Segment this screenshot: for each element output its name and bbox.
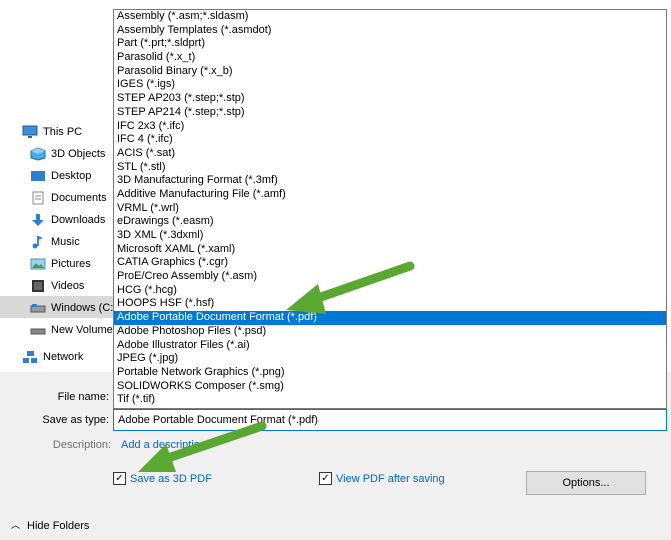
nav-item-music[interactable]: Music [30,230,80,252]
nav-item-label: Documents [51,192,107,204]
download-icon [30,212,46,226]
file-type-option[interactable]: Microsoft XAML (*.xaml) [114,243,666,257]
nav-item-label: Network [43,351,84,363]
nav-item-desktop[interactable]: Desktop [30,164,91,186]
file-type-option[interactable]: 3D Manufacturing Format (*.3mf) [114,174,666,188]
file-type-option[interactable]: Tif (*.tif) [114,393,666,407]
file-type-option[interactable]: VRML (*.wrl) [114,202,666,216]
file-type-option[interactable]: IFC 2x3 (*.ifc) [114,120,666,134]
file-type-option[interactable]: SOLIDWORKS Composer (*.smg) [114,380,666,394]
file-type-option[interactable]: Assembly (*.asm;*.sldasm) [114,10,666,24]
hide-folders-label: Hide Folders [27,520,90,532]
monitor-icon [22,124,38,138]
file-type-option[interactable]: STEP AP203 (*.step;*.stp) [114,92,666,106]
file-type-option[interactable]: STEP AP214 (*.step;*.stp) [114,106,666,120]
save-as-3d-pdf-checkbox[interactable]: ✓ Save as 3D PDF [113,471,212,486]
file-type-option[interactable]: Adobe Illustrator Files (*.ai) [114,339,666,353]
nav-item-new-volume[interactable]: New Volume [30,318,113,340]
view-pdf-after-saving-label: View PDF after saving [336,473,445,485]
navigation-pane: This PC 3D Objects Desktop Documents Dow… [0,118,113,372]
description-label: Description: [52,439,111,451]
music-icon [30,234,46,249]
nav-item-pictures[interactable]: Pictures [30,252,91,274]
file-type-option[interactable]: IGES (*.igs) [114,78,666,92]
file-type-option[interactable]: HOOPS HSF (*.hsf) [114,297,666,311]
nav-item-this-pc[interactable]: This PC [22,120,82,142]
nav-item-network[interactable]: Network [22,345,83,367]
nav-item-label: Music [51,236,80,248]
nav-item-label: This PC [43,126,83,138]
nav-item-documents[interactable]: Documents [30,186,107,208]
file-type-option[interactable]: Part (*.prt;*.sldprt) [114,37,666,51]
nav-item-downloads[interactable]: Downloads [30,208,105,230]
file-type-option[interactable]: Parasolid Binary (*.x_b) [114,65,666,79]
nav-item-label: Pictures [51,258,91,270]
nav-item-label: Windows (C:) [51,302,113,314]
view-pdf-after-saving-checkbox[interactable]: ✓ View PDF after saving [319,471,445,486]
file-type-option[interactable]: CATIA Graphics (*.cgr) [114,256,666,270]
file-type-option[interactable]: JPEG (*.jpg) [114,352,666,366]
file-type-option[interactable]: IFC 4 (*.ifc) [114,133,666,147]
file-type-option[interactable]: Portable Network Graphics (*.png) [114,366,666,380]
documents-icon [30,190,46,205]
file-type-option[interactable]: Assembly Templates (*.asmdot) [114,24,666,38]
options-button[interactable]: Options... [526,471,646,495]
desktop-icon [30,168,46,182]
file-type-option[interactable]: Adobe Portable Document Format (*.pdf) [114,311,666,325]
nav-item-label: 3D Objects [51,148,106,160]
pictures-icon [30,256,46,270]
nav-item-videos[interactable]: Videos [30,274,84,296]
save-type-dropdown-list[interactable]: Assembly (*.asm;*.sldasm) Assembly Templa… [113,9,667,409]
save-as-type-label: Save as type: [42,414,109,426]
nav-item-label: New Volume [51,324,113,336]
save-as-type-select[interactable]: Adobe Portable Document Format (*.pdf) [113,409,667,431]
file-type-option[interactable]: HCG (*.hcg) [114,284,666,298]
network-icon [22,349,38,363]
nav-item-label: Desktop [51,170,92,182]
chevron-up-icon: ︿ [11,520,21,530]
checkbox-check-icon: ✓ [113,471,126,485]
videos-icon [30,278,46,292]
nav-item-label: Videos [51,280,85,292]
file-type-option[interactable]: Parasolid (*.x_t) [114,51,666,65]
drive-icon [30,322,46,336]
file-type-option[interactable]: eDrawings (*.easm) [114,215,666,229]
save-as-3d-pdf-label: Save as 3D PDF [130,473,212,485]
file-name-label: File name: [57,391,109,403]
nav-item-label: Downloads [51,214,106,226]
nav-item-windows-c[interactable]: Windows (C:) [0,296,113,318]
nav-item-3d-objects[interactable]: 3D Objects [30,142,105,164]
hide-folders-button[interactable]: ︿ Hide Folders [11,519,89,532]
checkbox-check-icon: ✓ [319,471,332,485]
file-type-option[interactable]: Adobe Photoshop Files (*.psd) [114,325,666,339]
add-description-link[interactable]: Add a descriptio [121,439,200,451]
cube-icon [30,146,46,161]
file-type-option[interactable]: Additive Manufacturing File (*.amf) [114,188,666,202]
file-type-option[interactable]: ProE/Creo Assembly (*.asm) [114,270,666,284]
drive-icon [30,300,46,314]
file-type-option[interactable]: 3D XML (*.3dxml) [114,229,666,243]
file-type-option[interactable]: STL (*.stl) [114,161,666,175]
file-type-option[interactable]: ACIS (*.sat) [114,147,666,161]
